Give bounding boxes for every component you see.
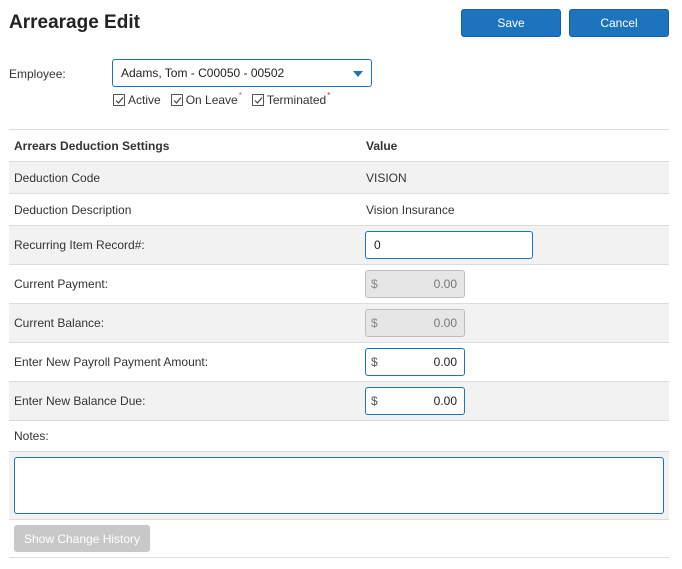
deduction-code-value: VISION [366, 170, 407, 185]
current-balance-value: 0.00 [433, 316, 457, 330]
table-row: Deduction Code VISION [9, 162, 669, 194]
table-header-row: Arrears Deduction Settings Value [9, 130, 669, 162]
current-balance-field: $ 0.00 [365, 309, 465, 337]
chevron-down-icon[interactable] [353, 71, 363, 77]
recurring-label: Recurring Item Record#: [14, 238, 145, 252]
page-title: Arrearage Edit [9, 12, 140, 33]
active-label: Active [128, 93, 161, 107]
deduction-code-label: Deduction Code [14, 170, 101, 185]
current-payment-value: 0.00 [433, 277, 457, 291]
notes-row [9, 452, 669, 520]
new-payment-value: 0.00 [433, 355, 457, 369]
terminated-label: Terminated [266, 93, 327, 107]
new-payment-input[interactable]: $ 0.00 [365, 348, 465, 376]
dollar-icon: $ [371, 394, 378, 408]
new-balance-value: 0.00 [433, 394, 457, 408]
current-balance-label: Current Balance: [14, 316, 105, 330]
settings-header: Arrears Deduction Settings [14, 138, 170, 153]
table-row: Current Payment: $ 0.00 [9, 265, 669, 304]
show-change-history-button[interactable]: Show Change History [14, 525, 150, 552]
active-checkbox[interactable] [113, 94, 125, 106]
table-row: Notes: [9, 421, 669, 452]
employee-select[interactable]: Adams, Tom - C00050 - 00502 [112, 59, 372, 87]
current-payment-field: $ 0.00 [365, 270, 465, 298]
save-button[interactable]: Save [461, 9, 561, 37]
recurring-item-value: 0 [374, 238, 381, 252]
deduction-desc-label: Deduction Description [14, 202, 132, 217]
dollar-icon: $ [371, 355, 378, 369]
notes-textarea[interactable] [14, 457, 664, 514]
filter-active[interactable]: Active [113, 93, 161, 107]
new-balance-label: Enter New Balance Due: [14, 394, 146, 408]
value-header: Value [366, 138, 398, 153]
filter-terminated[interactable]: Terminated * [251, 90, 331, 107]
filter-on-leave[interactable]: On Leave * [170, 90, 242, 107]
terminated-marker: * [327, 90, 331, 100]
table-row: Enter New Payroll Payment Amount: $ 0.00 [9, 343, 669, 382]
on-leave-checkbox[interactable] [170, 94, 183, 106]
on-leave-marker: * [238, 90, 242, 100]
history-row: Show Change History [9, 520, 669, 558]
table-row: Deduction Description Vision Insurance [9, 194, 669, 226]
employee-label: Employee: [9, 67, 66, 81]
employee-status-filters: Active On Leave * Terminated * [113, 90, 340, 107]
arrears-settings-table: Arrears Deduction Settings Value Deducti… [9, 129, 669, 558]
employee-select-value: Adams, Tom - C00050 - 00502 [121, 66, 285, 80]
notes-label: Notes: [14, 429, 49, 443]
new-balance-input[interactable]: $ 0.00 [365, 387, 465, 415]
check-icon [254, 97, 263, 104]
dollar-icon: $ [371, 277, 378, 291]
dollar-icon: $ [371, 316, 378, 330]
table-row: Recurring Item Record#: 0 [9, 226, 669, 265]
table-row: Enter New Balance Due: $ 0.00 [9, 382, 669, 421]
new-payment-label: Enter New Payroll Payment Amount: [14, 355, 209, 369]
check-icon [115, 97, 124, 104]
terminated-checkbox[interactable] [251, 94, 264, 106]
on-leave-label: On Leave [185, 93, 238, 107]
recurring-item-input[interactable]: 0 [365, 231, 533, 259]
current-payment-label: Current Payment: [14, 277, 109, 291]
table-row: Current Balance: $ 0.00 [9, 304, 669, 343]
cancel-button[interactable]: Cancel [569, 9, 669, 37]
deduction-desc-value: Vision Insurance [366, 202, 455, 217]
check-icon [173, 97, 182, 104]
